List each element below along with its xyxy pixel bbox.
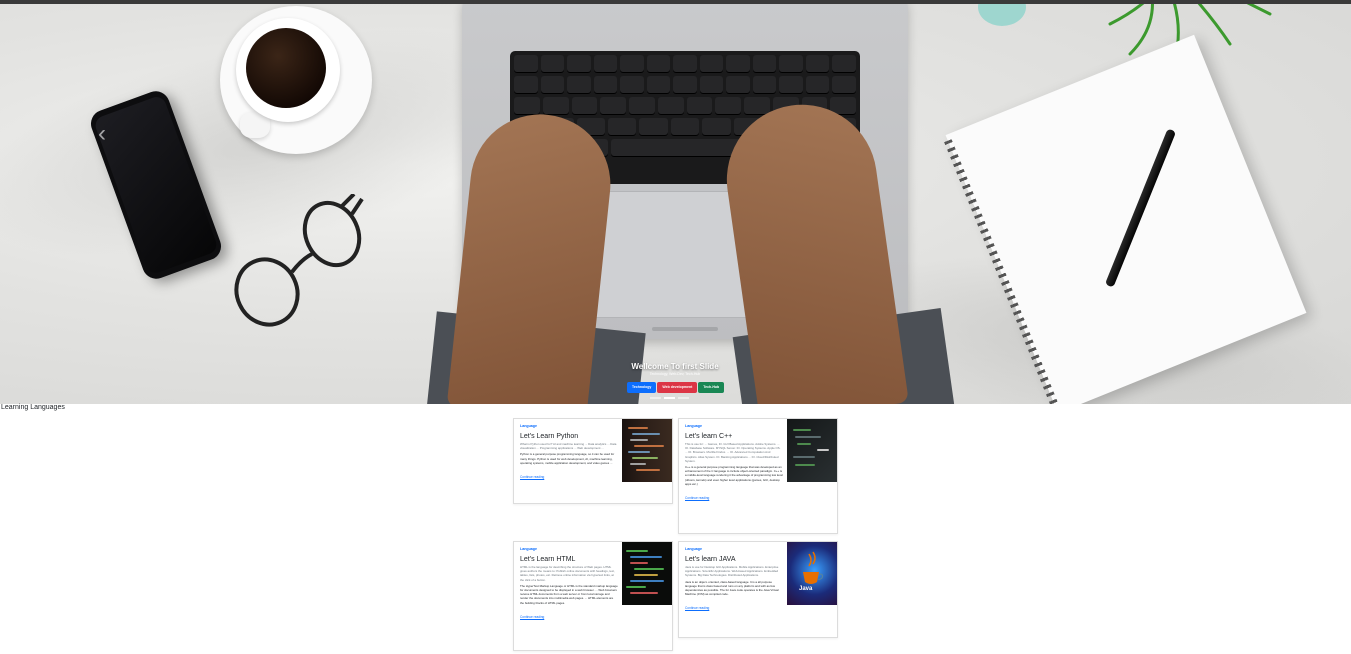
card-java: Language Let's learn JAVA Java is use fo… xyxy=(678,541,838,638)
eyeglasses xyxy=(234,194,364,327)
python-thumbnail xyxy=(622,419,672,482)
card-cpp: Language Let's learn C++ This is use for… xyxy=(678,418,838,534)
card-text: Python is a general purpose programming … xyxy=(520,452,615,465)
java-cup-icon xyxy=(803,551,824,584)
card-category: Language xyxy=(520,547,537,551)
carousel-prev-button[interactable]: ‹ xyxy=(90,116,114,152)
card-category: Language xyxy=(685,424,702,428)
cpp-thumbnail xyxy=(787,419,837,482)
java-logo-text: Java xyxy=(799,586,813,592)
slide-badges: Technology Web development Tech-Hub xyxy=(627,382,725,393)
card-text: Java is an object- oriented, class-based… xyxy=(685,579,779,597)
html-thumbnail xyxy=(622,542,672,605)
card-title: Let's learn JAVA xyxy=(685,556,736,563)
card-title: Let's learn C++ xyxy=(685,433,733,440)
carousel-indicators xyxy=(650,397,689,399)
card-excerpt: This is use for: ... Games, IO. GUI Base… xyxy=(685,442,781,463)
card-excerpt: Java is use for Desktop GUI Applications… xyxy=(685,565,779,578)
slide-title: Wellcome To first Slide xyxy=(631,362,719,371)
card-excerpt: HTML is the language for describing the … xyxy=(520,565,615,582)
card-text: The HyperText Markup Language or HTML is… xyxy=(520,583,618,605)
slide-subtitle: Technology, Web-Dev, Tech-Hub xyxy=(649,372,701,376)
continue-reading-link[interactable]: Continue reading xyxy=(520,475,544,479)
continue-reading-link[interactable]: Continue reading xyxy=(685,606,709,610)
card-category: Language xyxy=(520,424,537,428)
plant-pot xyxy=(978,4,1026,26)
badge-technology[interactable]: Technology xyxy=(627,382,657,393)
badge-web-development[interactable]: Web development xyxy=(657,382,698,393)
card-title: Let's Learn HTML xyxy=(520,556,576,563)
card-text: C++ is a general purpose programming lan… xyxy=(685,465,783,486)
carousel-indicator[interactable] xyxy=(650,397,661,399)
carousel-indicator[interactable] xyxy=(678,397,689,399)
card-python: Language Let's Learn Python What is Pyth… xyxy=(513,418,673,504)
card-title: Let's Learn Python xyxy=(520,433,579,440)
continue-reading-link[interactable]: Continue reading xyxy=(685,496,709,500)
hero-carousel: ‹ Wellcome To first Slide Technology, We… xyxy=(0,4,1351,404)
badge-tech-hub[interactable]: Tech-Hub xyxy=(698,382,725,393)
section-title: Learning Languages xyxy=(1,404,65,411)
continue-reading-link[interactable]: Continue reading xyxy=(520,615,544,619)
carousel-indicator-active[interactable] xyxy=(664,397,675,399)
java-thumbnail: Java xyxy=(787,542,837,605)
card-category: Language xyxy=(685,547,702,551)
carousel-caption: Wellcome To first Slide Technology, Web-… xyxy=(560,362,790,376)
card-excerpt: What is Python used for? AI and machine … xyxy=(520,442,617,451)
coffee xyxy=(246,28,326,108)
card-html: Language Let's Learn HTML HTML is the la… xyxy=(513,541,673,651)
